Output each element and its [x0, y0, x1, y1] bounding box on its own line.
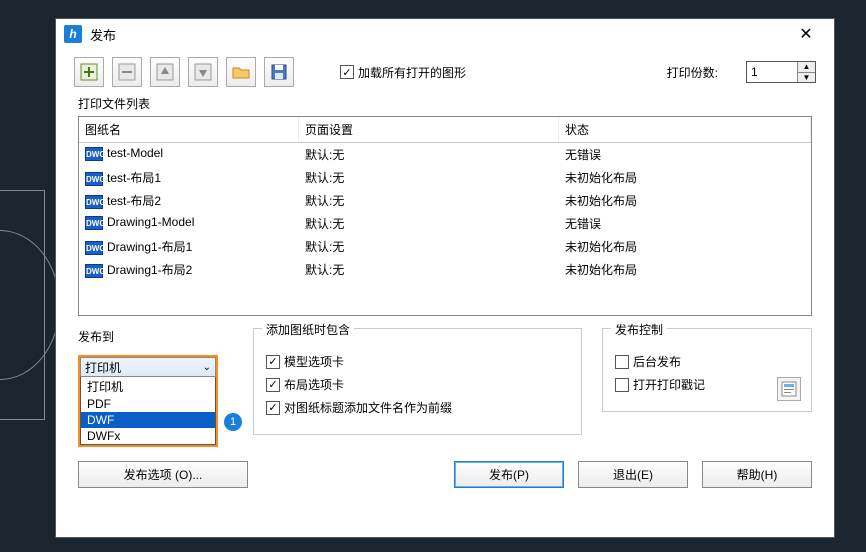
toolbar: 加载所有打开的图形 打印份数: ▲ ▼ — [56, 49, 834, 91]
callout-badge: 1 — [224, 413, 242, 431]
dialog-title: 发布 — [90, 25, 786, 44]
col-page[interactable]: 页面设置 — [299, 117, 559, 142]
copies-label: 打印份数: — [667, 64, 718, 81]
stamp-checkbox[interactable] — [615, 378, 629, 392]
stamp-settings-button[interactable] — [777, 377, 801, 401]
table-row[interactable]: DWGDrawing1-布局2默认:无未初始化布局 — [79, 258, 811, 281]
file-list-label: 打印文件列表 — [56, 91, 834, 114]
background-checkbox[interactable] — [615, 355, 629, 369]
stamp-checkbox-row[interactable]: 打开打印戳记 — [615, 376, 799, 393]
publish-to-dropdown[interactable]: 打印机PDFDWFDWFx — [80, 377, 216, 445]
dwg-icon: DWG — [85, 216, 103, 230]
save-list-button[interactable] — [264, 57, 294, 87]
layout-tab-checkbox[interactable] — [266, 378, 280, 392]
titlebar: h 发布 ✕ — [56, 19, 834, 49]
file-list[interactable]: 图纸名 页面设置 状态 DWGtest-Model默认:无无错误DWGtest-… — [78, 116, 812, 316]
col-name[interactable]: 图纸名 — [79, 117, 299, 142]
table-row[interactable]: DWGtest-Model默认:无无错误 — [79, 143, 811, 166]
add-sheets-group: 添加图纸时包含 模型选项卡 布局选项卡 对图纸标题添加文件名作为前缀 — [253, 328, 582, 435]
file-list-header: 图纸名 页面设置 状态 — [79, 117, 811, 143]
publish-to-option[interactable]: DWFx — [81, 428, 215, 444]
table-row[interactable]: DWGDrawing1-Model默认:无无错误 — [79, 212, 811, 235]
publish-options-button[interactable]: 发布选项 (O)... — [78, 461, 248, 488]
move-up-button[interactable] — [150, 57, 180, 87]
copies-input[interactable] — [747, 62, 797, 82]
move-down-button[interactable] — [188, 57, 218, 87]
model-tab-checkbox-row[interactable]: 模型选项卡 — [266, 353, 569, 370]
copies-up-button[interactable]: ▲ — [798, 62, 815, 73]
model-tab-checkbox[interactable] — [266, 355, 280, 369]
prefix-checkbox-row[interactable]: 对图纸标题添加文件名作为前缀 — [266, 399, 569, 416]
publish-button[interactable]: 发布(P) — [454, 461, 564, 488]
dwg-icon: DWG — [85, 241, 103, 255]
exit-button[interactable]: 退出(E) — [578, 461, 688, 488]
add-sheet-button[interactable] — [74, 57, 104, 87]
table-row[interactable]: DWGtest-布局1默认:无未初始化布局 — [79, 166, 811, 189]
publish-control-group: 发布控制 后台发布 打开打印戳记 — [602, 328, 812, 412]
open-folder-button[interactable] — [226, 57, 256, 87]
publish-dialog: h 发布 ✕ 加载所有打开的图形 打印份数: — [55, 18, 835, 538]
publish-to-selected[interactable]: 打印机 ⌄ — [80, 357, 216, 377]
dwg-icon: DWG — [85, 264, 103, 278]
publish-to-option[interactable]: PDF — [81, 396, 215, 412]
load-all-label: 加载所有打开的图形 — [358, 64, 466, 81]
copies-spinner[interactable]: ▲ ▼ — [746, 61, 816, 83]
remove-sheet-button[interactable] — [112, 57, 142, 87]
table-row[interactable]: DWGDrawing1-布局1默认:无未初始化布局 — [79, 235, 811, 258]
publish-control-title: 发布控制 — [611, 321, 667, 338]
load-all-checkbox[interactable] — [340, 65, 354, 79]
publish-to-combo[interactable]: 打印机 ⌄ 打印机PDFDWFDWFx 1 — [78, 355, 218, 447]
background-checkbox-row[interactable]: 后台发布 — [615, 353, 799, 370]
dwg-icon: DWG — [85, 195, 103, 209]
table-row[interactable]: DWGtest-布局2默认:无未初始化布局 — [79, 189, 811, 212]
help-button[interactable]: 帮助(H) — [702, 461, 812, 488]
publish-to-option[interactable]: 打印机 — [81, 377, 215, 396]
load-all-checkbox-row[interactable]: 加载所有打开的图形 — [340, 64, 466, 81]
publish-to-option[interactable]: DWF — [81, 412, 215, 428]
layout-tab-checkbox-row[interactable]: 布局选项卡 — [266, 376, 569, 393]
app-icon: h — [64, 25, 82, 43]
copies-down-button[interactable]: ▼ — [798, 73, 815, 83]
dwg-icon: DWG — [85, 172, 103, 186]
publish-to-group: 发布到 打印机 ⌄ 打印机PDFDWFDWFx 1 — [78, 328, 233, 447]
chevron-down-icon: ⌄ — [203, 362, 211, 373]
dwg-icon: DWG — [85, 147, 103, 161]
prefix-checkbox[interactable] — [266, 401, 280, 415]
close-button[interactable]: ✕ — [786, 21, 826, 47]
col-status[interactable]: 状态 — [559, 117, 811, 142]
publish-to-title: 发布到 — [78, 328, 233, 345]
dialog-buttons: 发布选项 (O)... 发布(P) 退出(E) 帮助(H) — [56, 455, 834, 500]
add-sheets-title: 添加图纸时包含 — [262, 321, 354, 338]
